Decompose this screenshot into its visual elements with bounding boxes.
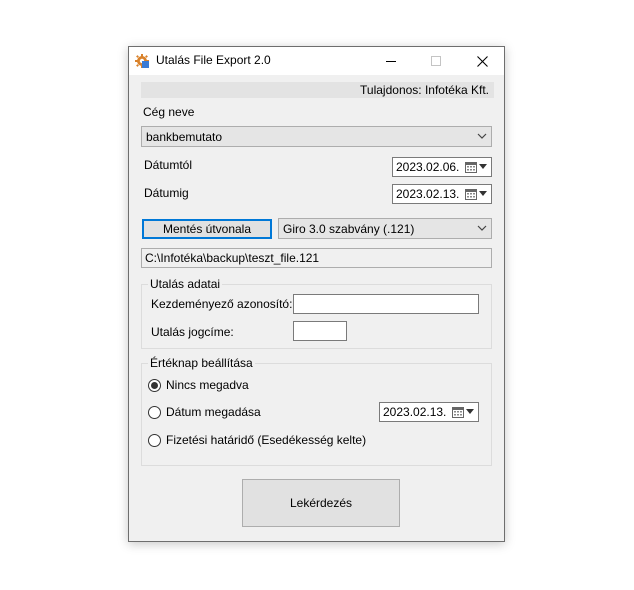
calendar-icon [465,162,477,173]
date-from-label: Dátumtól [144,158,193,172]
query-button[interactable]: Lekérdezés [242,479,400,527]
owner-text: Tulajdonos: Infotéka Kft. [360,83,489,97]
date-to-value: 2023.02.13. [396,187,460,201]
date-to-label: Dátumig [144,186,189,200]
chevron-down-icon [477,225,487,231]
radio-selected-dot [151,382,158,389]
dropdown-arrow-icon [479,191,487,196]
radio-date-entry-label[interactable]: Dátum megadása [166,405,261,419]
value-date-picker[interactable]: 2023.02.13. [379,402,479,422]
save-path-field[interactable]: C:\Infotéka\backup\teszt_file.121 [141,248,492,268]
owner-bar: Tulajdonos: Infotéka Kft. [141,82,494,98]
transfer-data-title: Utalás adatai [148,277,223,291]
maximize-button[interactable] [414,47,458,75]
radio-no-value-date-label[interactable]: Nincs megadva [166,378,249,392]
date-from-value: 2023.02.06. [396,160,460,174]
initiator-label: Kezdeményező azonosító: [151,297,293,311]
calendar-icon [465,189,477,200]
dropdown-arrow-icon [479,164,487,169]
save-path-button[interactable]: Mentés útvonala [142,219,272,239]
format-select[interactable]: Giro 3.0 szabvány (.121) [278,218,492,239]
save-path-value: C:\Infotéka\backup\teszt_file.121 [145,251,320,265]
radio-due-date[interactable] [148,434,161,447]
company-label: Cég neve [143,105,195,119]
maximize-icon [431,56,441,66]
value-date-value: 2023.02.13. [383,405,447,419]
company-select-value: bankbemutato [146,130,223,144]
radio-date-entry[interactable] [148,406,161,419]
chevron-down-icon [477,133,487,139]
calendar-icon [452,407,464,418]
value-date-title: Értéknap beállítása [148,356,255,370]
radio-due-date-label[interactable]: Fizetési határidő (Esedékesség kelte) [166,433,366,447]
minimize-button[interactable] [369,47,413,75]
reason-input[interactable] [293,321,347,341]
title-bar[interactable]: Utalás File Export 2.0 [129,47,504,75]
company-select[interactable]: bankbemutato [141,126,492,147]
minimize-icon [386,61,396,62]
format-select-value: Giro 3.0 szabvány (.121) [283,222,415,236]
app-window: Utalás File Export 2.0 Tulajdonos: Infot… [128,46,505,542]
date-to-picker[interactable]: 2023.02.13. [392,184,492,204]
dropdown-arrow-icon [466,409,474,414]
app-gear-icon [135,54,149,68]
close-icon [476,55,488,67]
initiator-input[interactable] [293,294,479,314]
date-from-picker[interactable]: 2023.02.06. [392,157,492,177]
radio-no-value-date[interactable] [148,379,161,392]
reason-label: Utalás jogcíme: [151,325,234,339]
window-title: Utalás File Export 2.0 [156,53,271,67]
close-button[interactable] [460,47,504,75]
